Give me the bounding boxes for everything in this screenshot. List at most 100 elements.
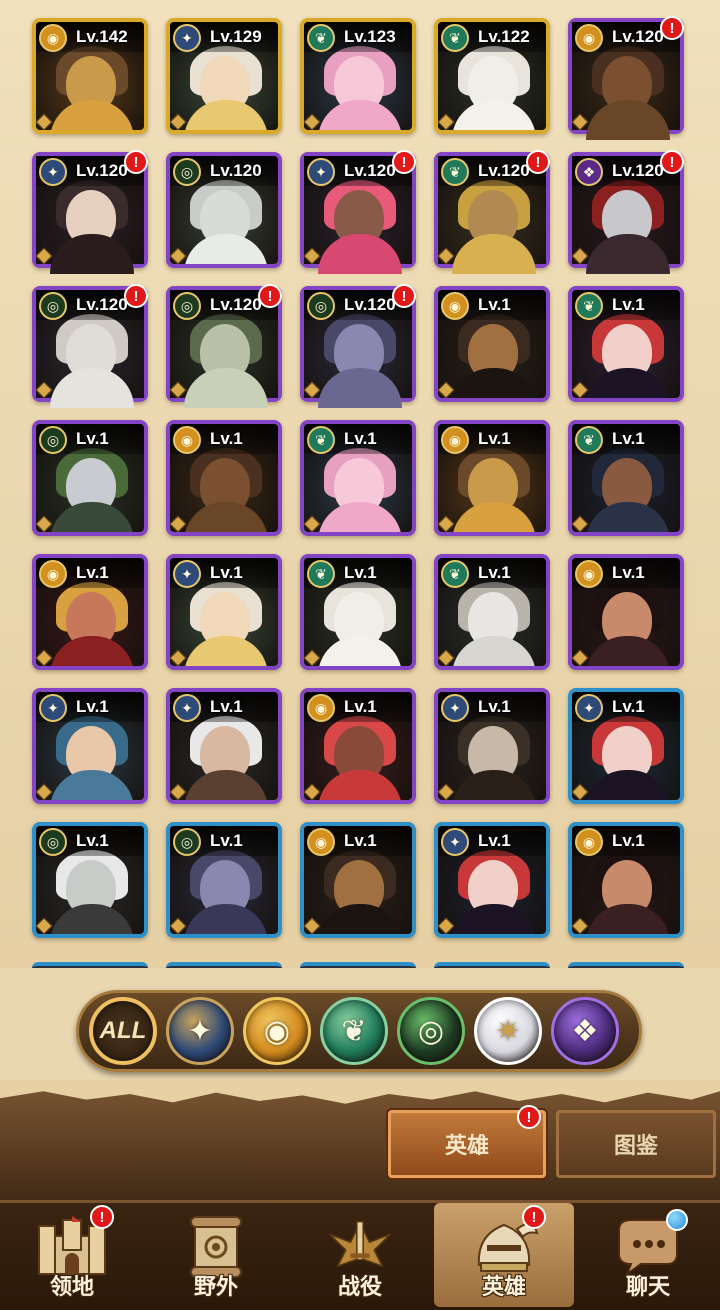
lightbearer-gold-faction-icon: ◉ (575, 560, 603, 588)
hero-grid: ◉ Lv.142 ✦ Lv.129 ❦ Lv.123 ❦ Lv.122 ◉ Lv.120! ✦ Lv.… (32, 16, 684, 938)
hero-card[interactable]: ❦ Lv.123 (300, 18, 416, 134)
lightbearer-gold-faction-icon: ◉ (39, 24, 67, 52)
hero-card[interactable]: ◉ Lv.1 (32, 554, 148, 670)
hero-level: Lv.1 (478, 295, 511, 314)
lightbearer-gold-faction-icon: ◉ (575, 24, 603, 52)
hero-level: Lv.1 (210, 697, 243, 716)
hero-level: Lv.1 (210, 563, 243, 582)
hero-card[interactable]: ❦ Lv.1 (300, 554, 416, 670)
hero-card[interactable]: ✦ Lv.1 (434, 822, 550, 938)
hero-card-partial[interactable] (166, 962, 282, 968)
hero-card[interactable]: ✦ Lv.120! (300, 150, 416, 274)
wilder-faction-icon: ❦ (441, 158, 469, 186)
graveborn-faction-icon: ◎ (417, 1014, 445, 1048)
hero-level: Lv.120 (76, 295, 128, 314)
nav-field[interactable]: 野外 (146, 1203, 286, 1307)
hero-level: Lv.120 (76, 161, 128, 180)
hero-card[interactable]: ◎ Lv.120! (300, 284, 416, 408)
hero-card[interactable]: ◉ Lv.1 (434, 286, 550, 402)
hero-level: Lv.122 (478, 27, 530, 46)
graveborn-faction-icon: ◎ (173, 158, 201, 186)
lightbearer-blue-faction-icon: ✦ (575, 694, 603, 722)
hero-card[interactable]: ◉ Lv.120! (568, 16, 684, 140)
filter-wilder-button[interactable]: ❦ (320, 997, 388, 1065)
hero-card[interactable]: ◉ Lv.1 (300, 688, 416, 804)
hero-collection-area: ◉ Lv.142 ✦ Lv.129 ❦ Lv.123 ❦ Lv.122 ◉ Lv.120! ✦ Lv.… (0, 0, 720, 968)
hero-card[interactable]: ◉ Lv.1 (300, 822, 416, 938)
hero-card[interactable]: ◉ Lv.1 (568, 822, 684, 938)
filter-lightbearer-blue-button[interactable]: ✦ (166, 997, 234, 1065)
hero-level: Lv.129 (210, 27, 262, 46)
hero-card[interactable]: ✦ Lv.129 (166, 18, 282, 134)
nav-chat[interactable]: 聊天 (578, 1203, 718, 1307)
hero-card-partial[interactable] (32, 962, 148, 968)
hero-alert-badge: ! (392, 284, 416, 308)
nav-heroes[interactable]: 英雄 ! (434, 1203, 574, 1307)
hero-card-partial[interactable] (568, 962, 684, 968)
lightbearer-blue-faction-icon: ✦ (173, 694, 201, 722)
hero-level: Lv.1 (612, 563, 645, 582)
hero-card[interactable]: ◉ Lv.1 (166, 420, 282, 536)
hero-level: Lv.1 (76, 563, 109, 582)
graveborn-faction-icon: ◎ (173, 828, 201, 856)
lightbearer-blue-faction-icon: ✦ (307, 158, 335, 186)
tab-codex[interactable]: 图鉴 (556, 1110, 716, 1178)
hero-level: Lv.142 (76, 27, 128, 46)
hero-card[interactable]: ◉ Lv.142 (32, 18, 148, 134)
wilder-faction-icon: ❦ (441, 560, 469, 588)
chat-notification-dot (666, 1209, 688, 1231)
hero-card[interactable]: ❖ Lv.120! (568, 150, 684, 274)
wilder-faction-icon: ❦ (341, 1014, 367, 1048)
hero-card[interactable]: ❦ Lv.1 (568, 286, 684, 402)
lightbearer-blue-faction-icon: ✦ (187, 1014, 213, 1048)
tab-heroes-alert-badge: ! (517, 1105, 541, 1129)
hero-alert-badge: ! (660, 16, 684, 40)
hero-level: Lv.1 (478, 563, 511, 582)
hero-card[interactable]: ✦ Lv.120! (32, 150, 148, 274)
hero-card[interactable]: ✦ Lv.1 (434, 688, 550, 804)
hero-card[interactable]: ✦ Lv.1 (166, 554, 282, 670)
tab-heroes[interactable]: 英雄 ! (388, 1105, 546, 1178)
hero-level: Lv.1 (612, 697, 645, 716)
hero-card[interactable]: ✦ Lv.1 (32, 688, 148, 804)
filter-all-button[interactable]: ALL (89, 997, 157, 1065)
lightbearer-blue-faction-icon: ✦ (441, 694, 469, 722)
filter-mauler-button[interactable]: ❖ (551, 997, 619, 1065)
hero-card[interactable]: ◎ Lv.120 (166, 152, 282, 268)
lightbearer-gold-faction-icon: ◉ (441, 426, 469, 454)
hero-level: Lv.1 (344, 697, 377, 716)
filter-celestial-button[interactable]: ✷ (474, 997, 542, 1065)
graveborn-faction-icon: ◎ (39, 828, 67, 856)
hero-level: Lv.120 (210, 161, 262, 180)
mauler-faction-icon: ❖ (571, 1014, 599, 1048)
hero-card[interactable]: ✦ Lv.1 (568, 688, 684, 804)
hero-card[interactable]: ❦ Lv.1 (300, 420, 416, 536)
nav-territory[interactable]: 领地 ! (2, 1203, 142, 1307)
next-row-peek (32, 962, 684, 968)
lightbearer-blue-faction-icon: ✦ (39, 158, 67, 186)
hero-card[interactable]: ◎ Lv.1 (32, 822, 148, 938)
hero-card-partial[interactable] (434, 962, 550, 968)
hero-card[interactable]: ◉ Lv.1 (434, 420, 550, 536)
hero-card-partial[interactable] (300, 962, 416, 968)
nav-campaign[interactable]: 战役 (290, 1203, 430, 1307)
filter-lightbearer-gold-button[interactable]: ◉ (243, 997, 311, 1065)
hero-card[interactable]: ◎ Lv.120! (32, 284, 148, 408)
hero-card[interactable]: ◎ Lv.1 (32, 420, 148, 536)
wilder-faction-icon: ❦ (575, 426, 603, 454)
hero-level: Lv.1 (76, 697, 109, 716)
hero-card[interactable]: ◎ Lv.1 (166, 822, 282, 938)
hero-card[interactable]: ❦ Lv.1 (568, 420, 684, 536)
filter-graveborn-button[interactable]: ◎ (397, 997, 465, 1065)
lightbearer-gold-faction-icon: ◉ (575, 828, 603, 856)
hero-card[interactable]: ❦ Lv.122 (434, 18, 550, 134)
lightbearer-gold-faction-icon: ◉ (307, 828, 335, 856)
celestial-faction-icon: ✷ (495, 1014, 521, 1048)
hero-level: Lv.120 (344, 161, 396, 180)
hero-card[interactable]: ❦ Lv.1 (434, 554, 550, 670)
hero-level: Lv.120 (478, 161, 530, 180)
hero-card[interactable]: ✦ Lv.1 (166, 688, 282, 804)
hero-card[interactable]: ◉ Lv.1 (568, 554, 684, 670)
hero-card[interactable]: ◎ Lv.120! (166, 284, 282, 408)
hero-card[interactable]: ❦ Lv.120! (434, 150, 550, 274)
